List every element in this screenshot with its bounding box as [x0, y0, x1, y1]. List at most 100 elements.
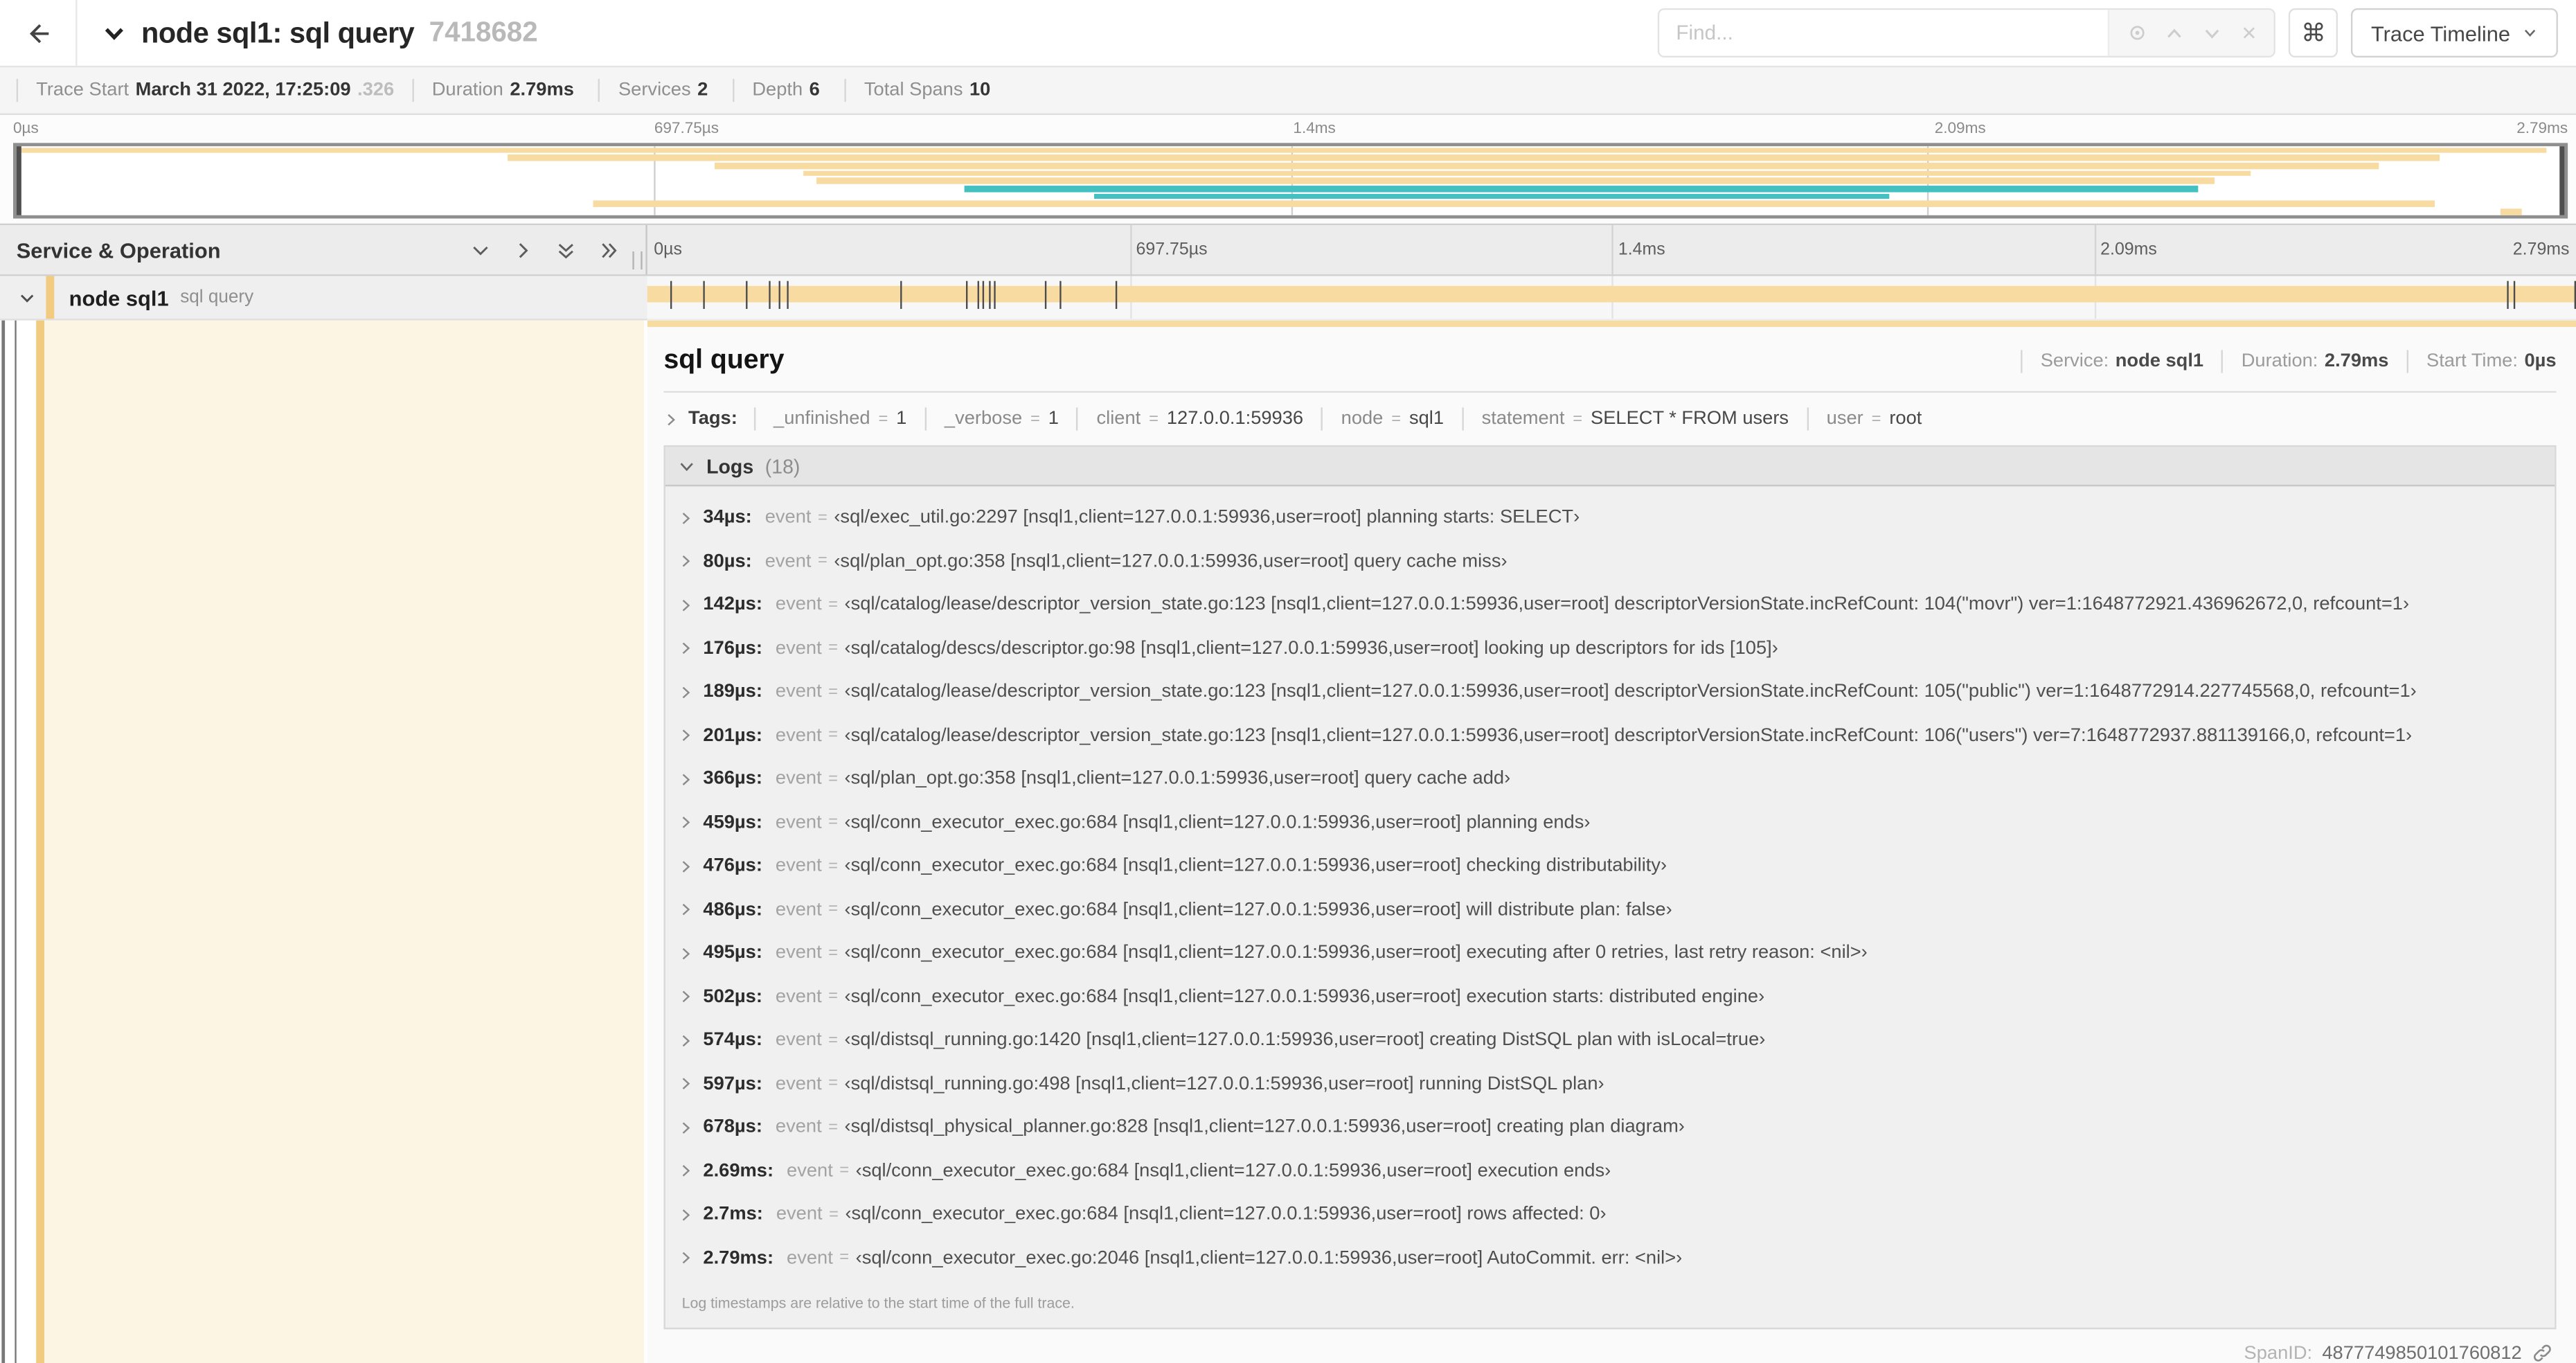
clear-search-icon[interactable] [2239, 23, 2258, 42]
divider [844, 78, 846, 103]
expand-all-icon[interactable] [598, 239, 620, 260]
view-select-button[interactable]: Trace Timeline [2351, 8, 2558, 58]
log-marker-tick[interactable] [2506, 280, 2509, 310]
log-marker-tick[interactable] [1116, 280, 1118, 310]
keyboard-shortcuts-button[interactable]: ⌘ [2289, 8, 2338, 58]
trace-summary-items: Trace Start March 31 2022, 17:25:09 .326… [13, 78, 1012, 103]
log-entry-row[interactable]: 574µs: event = ‹sql/distsql_running.go:1… [665, 1019, 2555, 1062]
log-expander-chevron-icon[interactable] [679, 990, 693, 1004]
minimap-span-bar [592, 200, 2435, 207]
log-expander-chevron-icon[interactable] [679, 1164, 693, 1178]
tags-section[interactable]: Tags: _unfinished = 1 _verbose = 1 clien… [647, 393, 2576, 444]
log-entry-row[interactable]: 459µs: event = ‹sql/conn_executor_exec.g… [665, 801, 2555, 845]
span-duration-bar[interactable] [647, 285, 2576, 303]
viewport-right-handle[interactable] [2559, 146, 2565, 215]
log-field-value: ‹sql/catalog/lease/descriptor_version_st… [844, 682, 2417, 702]
deep-link-icon[interactable] [2532, 1342, 2553, 1363]
log-entry-row[interactable]: 476µs: event = ‹sql/conn_executor_exec.g… [665, 844, 2555, 888]
log-entry-row[interactable]: 176µs: event = ‹sql/catalog/descs/descri… [665, 627, 2555, 670]
log-entry-row[interactable]: 34µs: event = ‹sql/exec_util.go:2297 [ns… [665, 496, 2555, 540]
log-expander-chevron-icon[interactable] [679, 1251, 693, 1265]
log-equals: = [828, 813, 839, 832]
viewport-left-handle[interactable] [16, 146, 21, 215]
span-id-value: 4877749850101760812 [2322, 1343, 2522, 1363]
tags-expander-chevron-icon[interactable] [663, 411, 678, 426]
log-entry-row[interactable]: 502µs: event = ‹sql/conn_executor_exec.g… [665, 975, 2555, 1019]
log-expander-chevron-icon[interactable] [679, 1120, 693, 1134]
log-marker-tick[interactable] [983, 280, 985, 310]
log-expander-chevron-icon[interactable] [679, 815, 693, 830]
log-equals: = [828, 988, 839, 1006]
find-input[interactable] [1659, 10, 2109, 56]
prev-match-icon[interactable] [2164, 22, 2185, 44]
span-name-cell[interactable]: node sql1 sql query [0, 276, 647, 321]
log-expander-chevron-icon[interactable] [679, 554, 693, 569]
back-button[interactable] [0, 0, 78, 66]
log-marker-tick[interactable] [1044, 280, 1046, 310]
collapse-children-chevron-icon[interactable] [18, 288, 36, 306]
log-marker-tick[interactable] [2574, 280, 2576, 310]
log-expander-chevron-icon[interactable] [679, 685, 693, 700]
column-resize-handle[interactable] [632, 251, 643, 270]
log-field-value: ‹sql/conn_executor_exec.go:684 [nsql1,cl… [844, 812, 1591, 833]
log-equals: = [828, 770, 839, 789]
log-marker-tick[interactable] [670, 280, 672, 310]
detail-meta-label: Start Time: [2426, 350, 2518, 371]
log-marker-tick[interactable] [977, 280, 979, 310]
logs-collapse-chevron-icon[interactable] [679, 458, 695, 474]
log-marker-tick[interactable] [900, 280, 902, 310]
tag-key: user [1826, 409, 1863, 429]
log-expander-chevron-icon[interactable] [679, 772, 693, 786]
expand-one-icon[interactable] [512, 239, 534, 260]
log-entry-row[interactable]: 495µs: event = ‹sql/conn_executor_exec.g… [665, 932, 2555, 975]
log-entry-row[interactable]: 2.69ms: event = ‹sql/conn_executor_exec.… [665, 1150, 2555, 1193]
log-expander-chevron-icon[interactable] [679, 1033, 693, 1048]
log-expander-chevron-icon[interactable] [679, 641, 693, 656]
log-marker-tick[interactable] [988, 280, 991, 310]
log-expander-chevron-icon[interactable] [679, 510, 693, 525]
log-marker-tick[interactable] [786, 280, 788, 310]
log-expander-chevron-icon[interactable] [679, 946, 693, 961]
log-entry-row[interactable]: 2.79ms: event = ‹sql/conn_executor_exec.… [665, 1236, 2555, 1280]
next-match-icon[interactable] [2201, 22, 2223, 44]
divider [2406, 349, 2408, 373]
log-equals: = [828, 900, 839, 919]
log-entry-row[interactable]: 366µs: event = ‹sql/plan_opt.go:358 [nsq… [665, 758, 2555, 801]
minimap-canvas[interactable] [12, 143, 2568, 219]
log-marker-tick[interactable] [1059, 280, 1062, 310]
collapse-one-icon[interactable] [470, 239, 492, 260]
log-expander-chevron-icon[interactable] [679, 859, 693, 873]
log-entry-row[interactable]: 486µs: event = ‹sql/conn_executor_exec.g… [665, 888, 2555, 932]
log-entry-row[interactable]: 597µs: event = ‹sql/distsql_running.go:4… [665, 1062, 2555, 1106]
log-expander-chevron-icon[interactable] [679, 1207, 693, 1222]
log-marker-tick[interactable] [778, 280, 780, 310]
log-entry-row[interactable]: 189µs: event = ‹sql/catalog/lease/descri… [665, 670, 2555, 714]
log-marker-tick[interactable] [2514, 280, 2516, 310]
log-marker-tick[interactable] [703, 280, 705, 310]
log-expander-chevron-icon[interactable] [679, 729, 693, 743]
log-entry-row[interactable]: 201µs: event = ‹sql/catalog/lease/descri… [665, 714, 2555, 758]
log-field-key: event [775, 1031, 822, 1051]
log-entry-row[interactable]: 142µs: event = ‹sql/catalog/lease/descri… [665, 583, 2555, 627]
log-entry-row[interactable]: 2.7ms: event = ‹sql/conn_executor_exec.g… [665, 1193, 2555, 1236]
log-equals: = [828, 727, 839, 745]
detail-meta-value: 2.79ms [2324, 350, 2389, 371]
log-expander-chevron-icon[interactable] [679, 598, 693, 612]
collapse-trace-chevron-icon[interactable] [102, 21, 127, 46]
tag-equals: = [1871, 411, 1881, 429]
log-entry-row[interactable]: 678µs: event = ‹sql/distsql_physical_pla… [665, 1106, 2555, 1150]
log-expander-chevron-icon[interactable] [679, 902, 693, 917]
collapse-all-icon[interactable] [555, 239, 577, 260]
log-marker-tick[interactable] [745, 280, 748, 310]
span-bar-cell[interactable] [647, 276, 2576, 321]
focus-match-icon[interactable] [2126, 21, 2149, 44]
tag-value: 127.0.0.1:59936 [1166, 409, 1304, 429]
log-expander-chevron-icon[interactable] [679, 1077, 693, 1092]
log-marker-tick[interactable] [769, 280, 771, 310]
log-field-value: ‹sql/catalog/descs/descriptor.go:98 [nsq… [844, 639, 1778, 659]
log-marker-tick[interactable] [965, 280, 967, 310]
log-marker-tick[interactable] [994, 280, 996, 310]
log-entry-row[interactable]: 80µs: event = ‹sql/plan_opt.go:358 [nsql… [665, 540, 2555, 583]
logs-header[interactable]: Logs (18) [665, 447, 2555, 487]
log-equals: = [829, 1205, 839, 1224]
